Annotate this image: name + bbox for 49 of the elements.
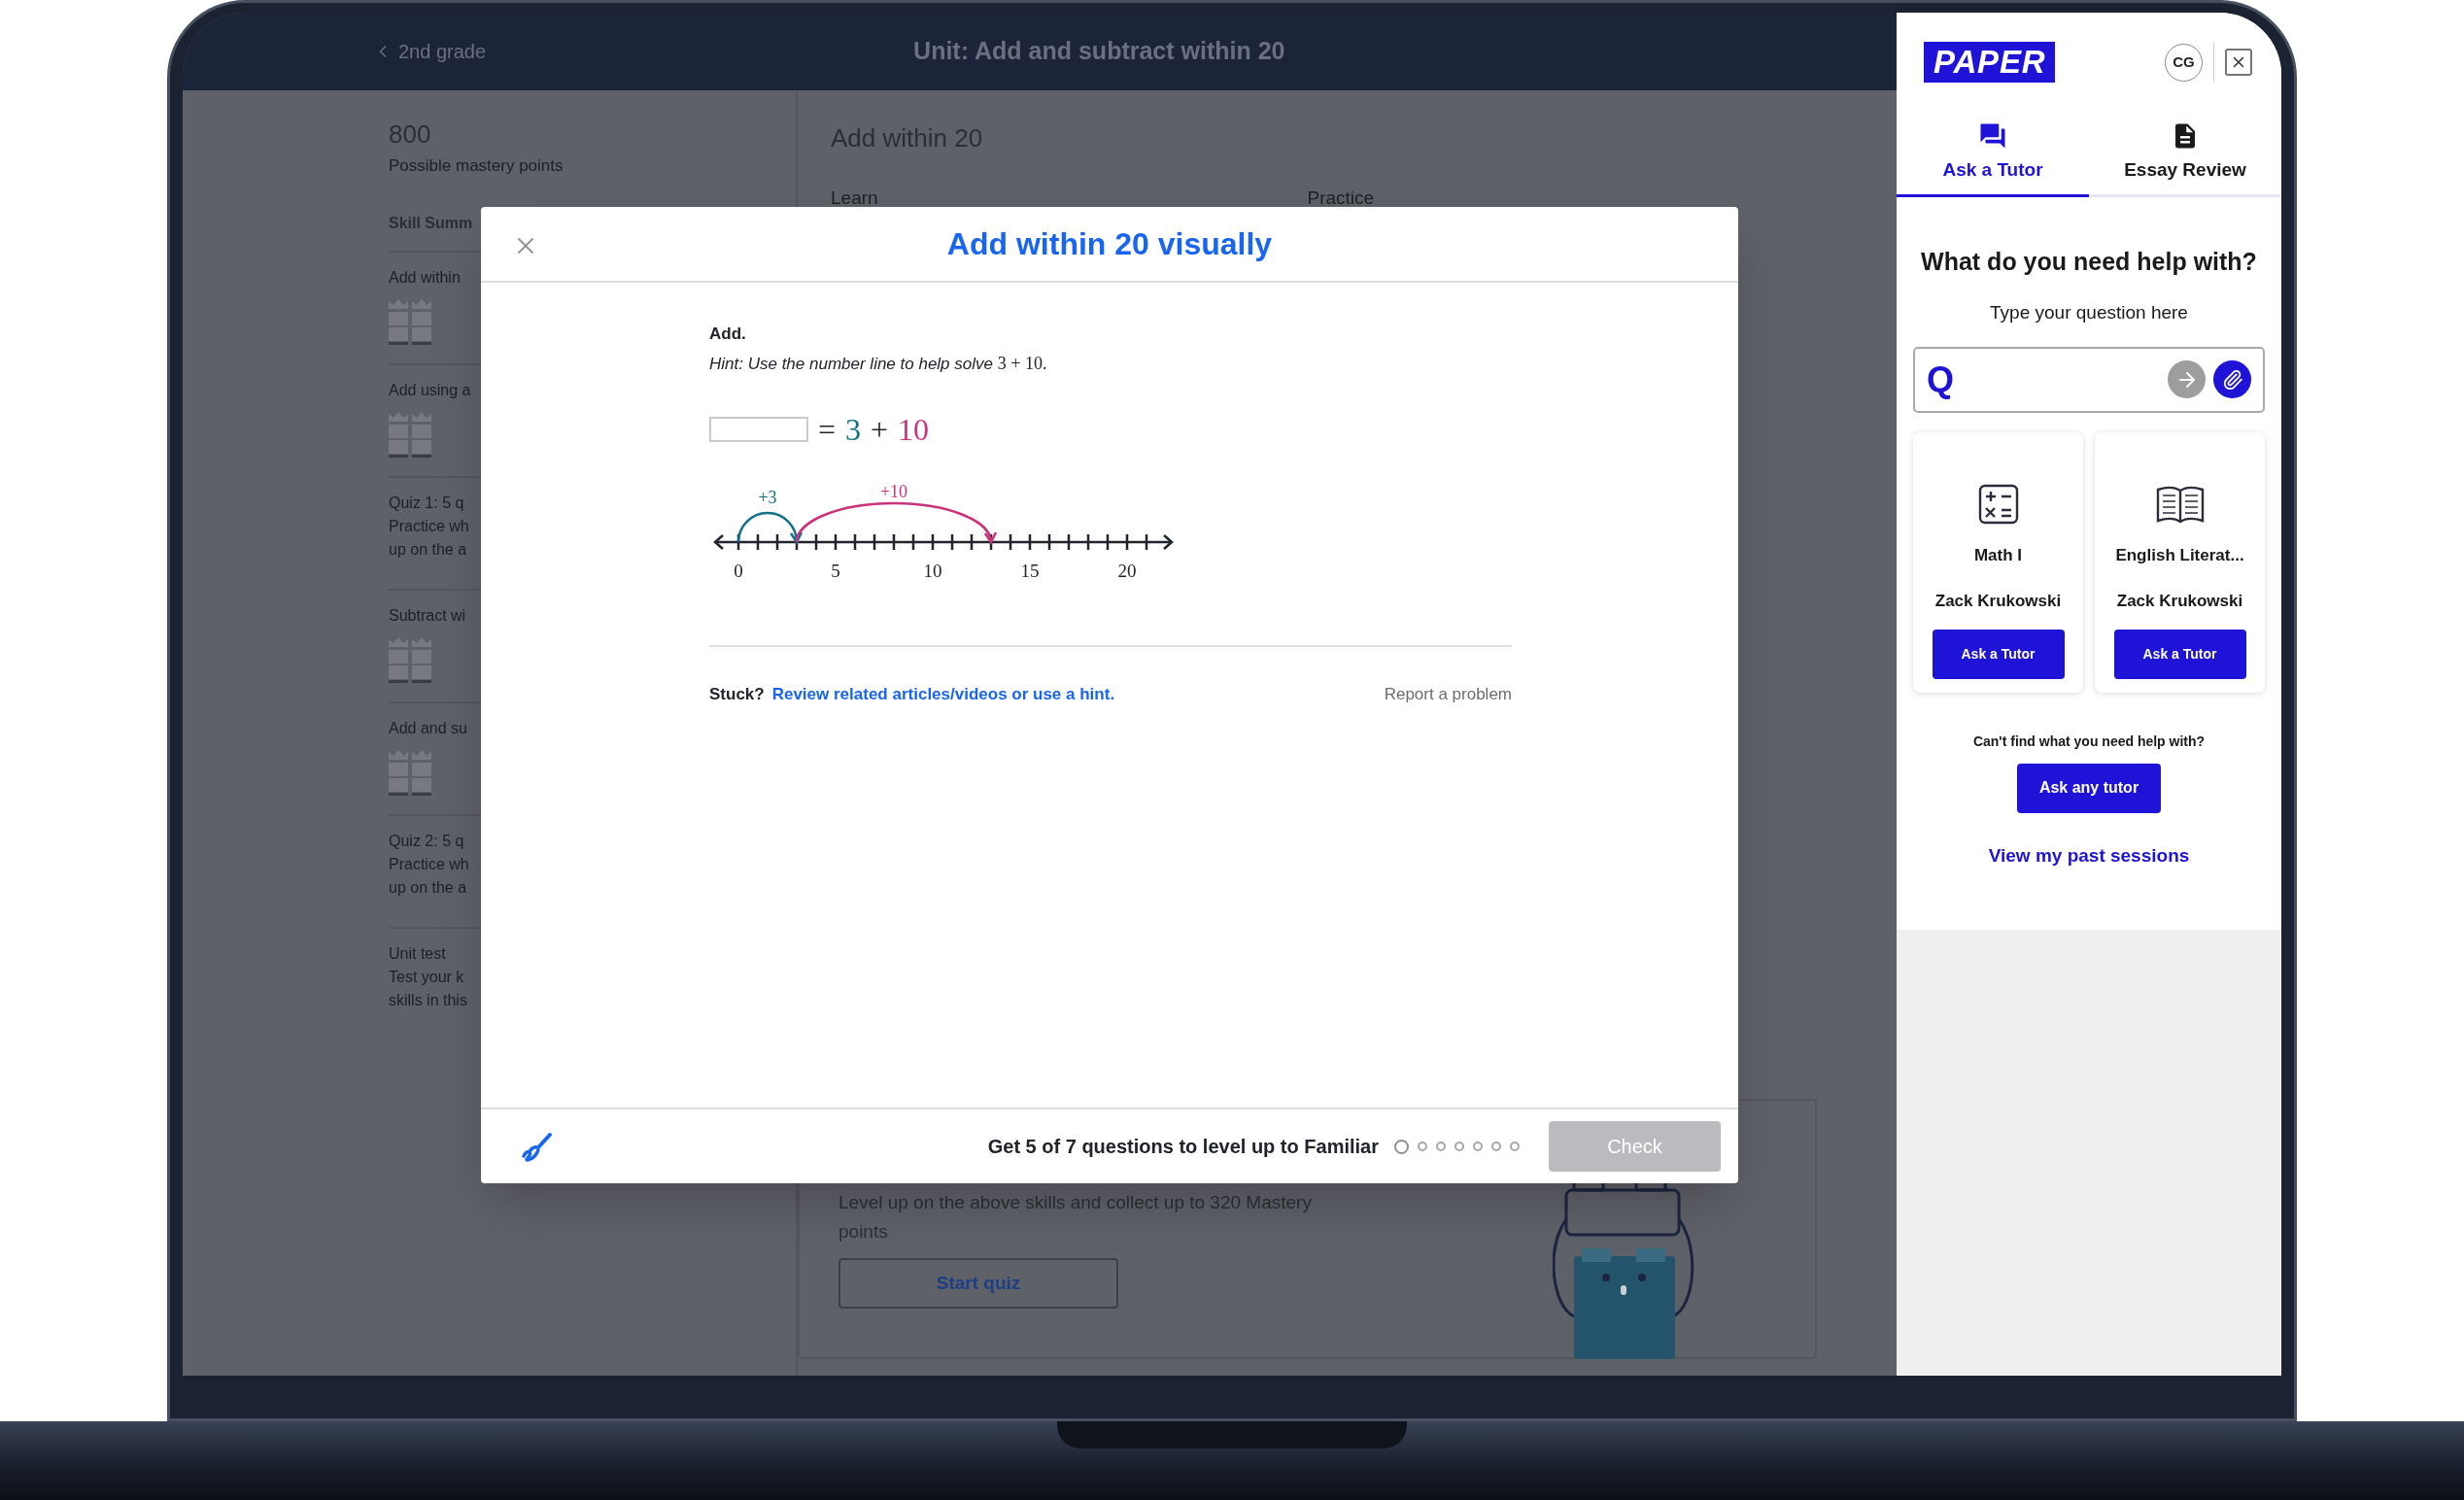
unit-title: Unit: Add and subtract within 20	[913, 36, 1285, 67]
chat-bubbles-icon	[1978, 121, 2007, 151]
answer-field[interactable]	[709, 416, 808, 442]
dialog-title: Add within 20 visually	[946, 225, 1273, 263]
help-text: Can't find what you need help with?	[1971, 732, 2207, 751]
help-subheading: Type your question here	[1989, 301, 2189, 324]
quiz-description-line: up on the a	[389, 877, 468, 898]
tutor-name: Zack Krukowski	[2116, 591, 2243, 612]
panel-tab[interactable]: Essay Review	[2089, 121, 2281, 194]
paper-logo: PAPER	[1924, 42, 2056, 83]
instruction-text: Add.	[709, 324, 747, 345]
tick-label: 10	[923, 560, 942, 581]
tick-label: 5	[831, 560, 840, 581]
past-sessions-link[interactable]: View my past sessions	[1988, 841, 2190, 869]
ask-tutor-button[interactable]: Ask a Tutor	[1932, 629, 2065, 679]
panel-tab[interactable]: Ask a Tutor	[1897, 121, 2089, 197]
quiz-description-line: up on the a	[389, 539, 468, 560]
quiz-description-line: Practice wh	[389, 516, 470, 536]
ask-tutor-button[interactable]: Ask a Tutor	[2113, 629, 2246, 679]
quiz-description-line: Test your k	[389, 967, 465, 987]
plus-sign: +	[871, 410, 889, 449]
mastery-points-caption: Possible mastery points	[389, 155, 565, 177]
hint-text: Hint: Use the number line to help solve 3 + 10.	[709, 352, 1048, 375]
tick-label: 0	[734, 560, 743, 581]
subject-name: English Literat...	[2115, 544, 2244, 566]
scratchpad-icon[interactable]	[520, 1131, 553, 1162]
jump-label: +10	[879, 483, 908, 501]
question-input-field[interactable]: Q	[1913, 346, 2265, 413]
quiz-description-line: Practice wh	[389, 854, 470, 874]
tick-label: 20	[1117, 560, 1137, 581]
addend-number: 10	[898, 410, 930, 449]
jump-label: +3	[758, 487, 777, 507]
close-button[interactable]	[2225, 49, 2252, 76]
level-up-goal-text: Get 5 of 7 questions to level up to Familiar	[987, 1135, 1379, 1159]
paperclip-icon	[2221, 368, 2243, 391]
subject-name: Math I	[1973, 544, 2023, 566]
addend-number: 3	[845, 410, 862, 449]
equals-sign: =	[818, 410, 837, 449]
tutor-name: Zack Krukowski	[1934, 591, 2062, 612]
stuck-label: Stuck?	[709, 683, 765, 705]
attach-button[interactable]	[2213, 360, 2251, 398]
ask-any-tutor-button[interactable]: Ask any tutor	[2017, 763, 2161, 813]
tick-label: 15	[1020, 560, 1040, 581]
help-heading: What do you need help with?	[1920, 246, 2258, 277]
quiz-description-line: skills in this	[389, 990, 468, 1010]
question-prefix: Q	[1927, 358, 1954, 401]
calculator-icon	[1977, 483, 2019, 525]
hint-link[interactable]: Review related articles/videos or use a hint.	[771, 681, 1115, 706]
report-problem-link[interactable]: Report a problem	[1384, 681, 1512, 706]
